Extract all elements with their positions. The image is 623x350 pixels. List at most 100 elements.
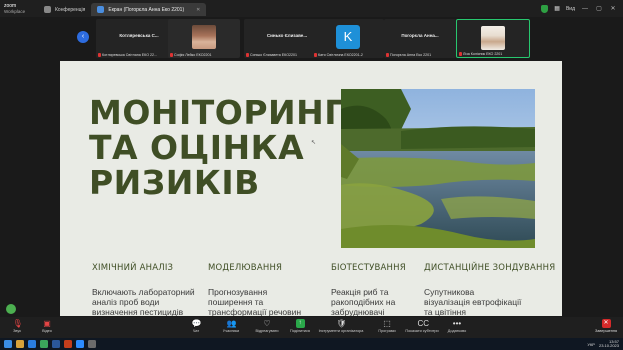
column-text: Супутникова візуалізація евтрофікації та… [424,287,522,316]
react-button[interactable]: ♡ Відреагувати [250,319,284,333]
column-heading: МОДЕЛЮВАННЯ [208,263,283,273]
toolbar-label: Відреагувати [255,329,279,333]
clock-date: 23.10.2023 [598,343,619,348]
video-button[interactable]: ▣ Відео [30,319,64,333]
toolbar-label: Відео [42,329,52,333]
meeting-icon [44,6,51,13]
react-icon: ♡ [263,319,271,328]
product-name: Workplace [4,8,26,14]
mic-muted-icon [314,53,317,57]
feature-column: БІОТЕСТУВАННЯ Реакція риб та ракоподібни… [331,263,406,316]
windows-start-icon[interactable] [4,340,12,348]
toolbar-label: Інструменти організатора [318,329,364,333]
participants-button[interactable]: 👥 Учасники [214,319,248,333]
title-line: РИЗИКІВ [89,163,260,202]
column-heading: БІОТЕСТУВАННЯ [331,263,406,273]
title-line: МОНІТОРИНГ [89,93,346,132]
share-icon: ↑ [295,319,305,328]
zoom-window: zoom Workplace Конференція Екран (Погорє… [0,0,623,350]
apps-icon: ⬚ [383,319,391,328]
column-text: Прогнозування поширення та трансформації… [208,287,302,316]
close-tab-icon[interactable]: ✕ [196,7,200,13]
tab-conference[interactable]: Конференція [38,3,91,16]
system-clock[interactable]: 13:57 23.10.2023 [598,339,619,349]
grid-icon[interactable]: ▦ [554,5,560,12]
lake-photo-graphic [341,89,535,248]
previous-page-button[interactable]: ‹ [77,31,89,43]
view-button[interactable]: Вид [566,6,575,12]
audio-button[interactable]: 🎙 Звук [0,319,34,333]
tab-label: Конференція [55,6,86,13]
captions-icon: CC [417,319,430,328]
shared-screen-slide: МОНІТОРИНГ ТА ОЦІНКА РИЗИКІВ ↖ ХІМІЧНИЙ … [60,61,562,316]
title-bar: zoom Workplace Конференція Екран (Погорє… [0,0,623,17]
mic-muted-icon: 🎙 [12,319,23,328]
captions-button[interactable]: CC Показати субтитри [402,319,442,333]
maximize-icon[interactable]: ▢ [595,5,603,12]
participant-caption: Синько Єлизавета ЕКО2201 [246,53,297,57]
column-heading: ХІМІЧНИЙ АНАЛІЗ [92,263,174,273]
mic-muted-icon [246,53,249,57]
share-button[interactable]: ↑ Поділитися [283,319,317,333]
chrome-icon[interactable] [40,340,48,348]
tab-screen-share[interactable]: Екран (Погорєла Анна Еко 2201) ✕ [91,3,207,16]
caption-text: Синько Єлизавета ЕКО2201 [250,53,297,57]
brand-name: zoom [4,2,17,9]
toolbar-label: Звук [13,329,21,333]
participant-caption: Котляревська Світлана ЕКО 22... [98,53,157,57]
toolbar-label: Завершення [594,329,617,333]
self-view-indicator[interactable] [6,304,16,314]
windows-taskbar: УКР 13:57 23.10.2023 [0,338,623,350]
mouse-cursor-icon: ↖ [311,140,317,146]
settings-icon[interactable] [88,340,96,348]
file-explorer-icon[interactable] [16,340,24,348]
toolbar-label: Поділитися [290,329,310,333]
toolbar-label: Учасники [222,329,240,333]
caption-text: Котляревська Світлана ЕКО 22... [102,53,157,57]
host-tools-icon: 🛡 [336,319,347,328]
participant-tile-active-speaker[interactable]: Ліза Колісник ЕКО 2201 [456,19,530,58]
feature-column: ХІМІЧНИЙ АНАЛІЗ Включають лабораторний а… [92,263,195,316]
word-icon[interactable] [52,340,60,348]
shield-icon[interactable] [541,4,549,13]
apps-button[interactable]: ⬚ Програми [370,319,404,333]
caption-text: Ліза Колісник ЕКО 2201 [463,52,503,56]
participant-tile[interactable]: Погорєла Анна... Погорєла Анна Еко 2201 [384,19,456,58]
mic-muted-icon [459,52,462,56]
host-tools-button[interactable]: 🛡 Інструменти організатора [316,319,366,333]
mic-muted-icon [170,53,173,57]
caption-text: Софія Лейко ЕКО2201 [174,53,212,57]
zoom-taskbar-icon[interactable] [76,340,84,348]
lake-photo [341,89,535,248]
participant-strip: ‹ Котляревська С... Котляревська Світлан… [0,17,623,60]
participant-tile[interactable]: K Катя Світлична ЕКО2201-2 [312,19,384,58]
powerpoint-icon[interactable] [64,340,72,348]
close-window-icon[interactable]: ✕ [609,5,617,12]
camera-off-icon: ▣ [43,319,51,328]
toolbar-label: Чат [192,329,200,333]
tab-label: Екран (Погорєла Анна Еко 2201) [108,6,185,13]
more-icon: ••• [452,319,462,328]
meeting-toolbar: 🎙 Звук ▣ Відео 💬 Чат 👥 Учасники ♡ Відреа… [0,317,623,338]
end-meeting-button[interactable]: ✕ Завершення [592,319,620,333]
caption-text: Погорєла Анна Еко 2201 [390,53,432,57]
end-call-icon: ✕ [601,319,611,328]
participant-caption: Погорєла Анна Еко 2201 [386,53,431,57]
toolbar-label: Програми [378,329,396,333]
mic-muted-icon [98,53,101,57]
participant-initial-avatar: K [336,25,360,49]
participant-caption: Ліза Колісник ЕКО 2201 [459,52,502,56]
feature-column: ДИСТАНЦІЙНЕ ЗОНДУВАННЯ Супутникова візуа… [424,263,555,316]
chat-button[interactable]: 💬 Чат [179,319,213,333]
slide-title: МОНІТОРИНГ ТА ОЦІНКА РИЗИКІВ [89,95,346,200]
edge-browser-icon[interactable] [28,340,36,348]
minimize-icon[interactable]: — [581,6,589,12]
feature-column: МОДЕЛЮВАННЯ Прогнозування поширення та т… [208,263,301,316]
column-text: Реакція риб та ракоподібних на забруднюв… [331,287,396,316]
chat-icon: 💬 [191,319,202,328]
more-button[interactable]: ••• Додатково [440,319,474,333]
language-indicator[interactable]: УКР [587,342,595,347]
participant-caption: Софія Лейко ЕКО2201 [170,53,212,57]
screen-icon [97,6,105,13]
participant-tile[interactable]: Софія Лейко ЕКО2201 [168,19,240,58]
